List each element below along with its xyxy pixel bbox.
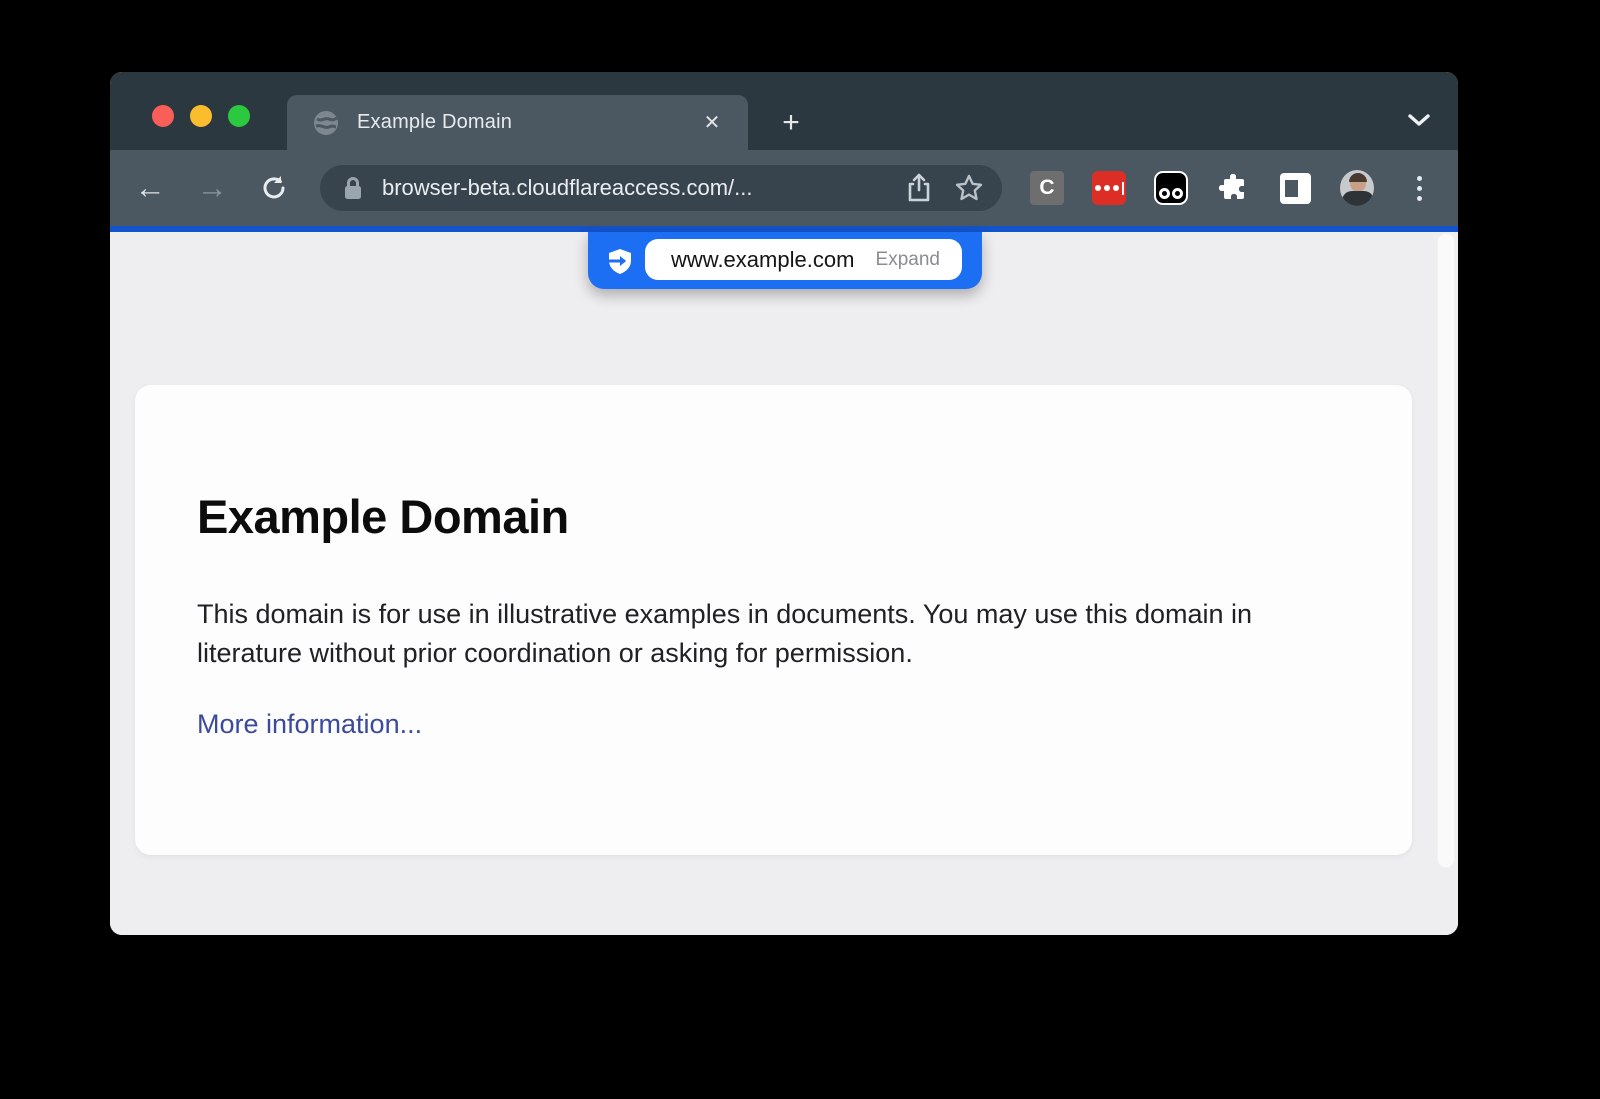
lock-icon <box>342 175 364 201</box>
dark-circles-extension-button[interactable] <box>1154 171 1188 205</box>
cursor-bar-icon <box>1122 182 1124 195</box>
forward-button[interactable]: → <box>190 166 234 210</box>
menu-dot-icon <box>1417 196 1422 201</box>
page-title: Example Domain <box>197 489 1342 545</box>
globe-favicon-icon <box>313 110 339 136</box>
menu-dot-icon <box>1417 176 1422 181</box>
minimize-window-button[interactable] <box>190 105 212 127</box>
tab-title: Example Domain <box>357 111 698 134</box>
page-content: www.example.com Expand Example Domain Th… <box>110 232 1458 935</box>
url-bar[interactable]: browser-beta.cloudflareaccess.com/... <box>320 165 1002 211</box>
profile-button[interactable] <box>1340 171 1374 205</box>
tab-close-icon[interactable]: ✕ <box>698 109 726 137</box>
url-text[interactable]: browser-beta.cloudflareaccess.com/... <box>382 175 902 201</box>
extensions-row: C <box>1030 150 1436 226</box>
reload-button[interactable] <box>252 166 296 210</box>
isolated-domain-pill[interactable]: www.example.com Expand <box>645 239 962 280</box>
extensions-menu-button[interactable] <box>1216 171 1250 205</box>
profile-avatar <box>1340 170 1374 206</box>
isolated-domain-banner: www.example.com Expand <box>588 232 982 289</box>
window-controls <box>152 105 250 127</box>
side-panel-icon <box>1280 173 1311 204</box>
browser-window: Example Domain ✕ + ← → browser-beta.clou… <box>110 72 1458 935</box>
shield-arrow-icon <box>605 246 635 276</box>
back-button[interactable]: ← <box>128 166 172 210</box>
expand-button[interactable]: Expand <box>876 249 940 271</box>
browser-tab[interactable]: Example Domain ✕ <box>287 95 748 150</box>
dot-icon <box>1104 185 1110 191</box>
menu-dot-icon <box>1417 186 1422 191</box>
puzzle-piece-icon <box>1217 172 1249 204</box>
fullscreen-window-button[interactable] <box>228 105 250 127</box>
tab-strip: Example Domain ✕ + <box>110 72 1458 150</box>
toolbar: ← → browser-beta.cloudflareaccess.com/..… <box>110 150 1458 226</box>
dot-icon <box>1113 185 1119 191</box>
isolated-domain-text: www.example.com <box>671 247 876 273</box>
share-button[interactable] <box>902 171 936 205</box>
star-icon <box>954 173 984 203</box>
new-tab-button[interactable]: + <box>774 108 808 142</box>
tab-search-chevron-icon[interactable] <box>1406 112 1432 128</box>
circle-icon <box>1172 188 1183 199</box>
close-window-button[interactable] <box>152 105 174 127</box>
vertical-scrollbar[interactable] <box>1437 233 1455 868</box>
extension-c-button[interactable]: C <box>1030 171 1064 205</box>
password-manager-extension-button[interactable] <box>1092 171 1126 205</box>
circle-icon <box>1159 188 1170 199</box>
bookmark-star-button[interactable] <box>952 171 986 205</box>
more-information-link[interactable]: More information... <box>197 709 422 740</box>
share-icon <box>906 173 932 203</box>
reload-icon <box>260 174 288 202</box>
side-panel-button[interactable] <box>1278 171 1312 205</box>
example-domain-card: Example Domain This domain is for use in… <box>135 385 1412 855</box>
browser-menu-button[interactable] <box>1402 176 1436 201</box>
page-paragraph: This domain is for use in illustrative e… <box>197 595 1342 673</box>
dot-icon <box>1095 185 1101 191</box>
